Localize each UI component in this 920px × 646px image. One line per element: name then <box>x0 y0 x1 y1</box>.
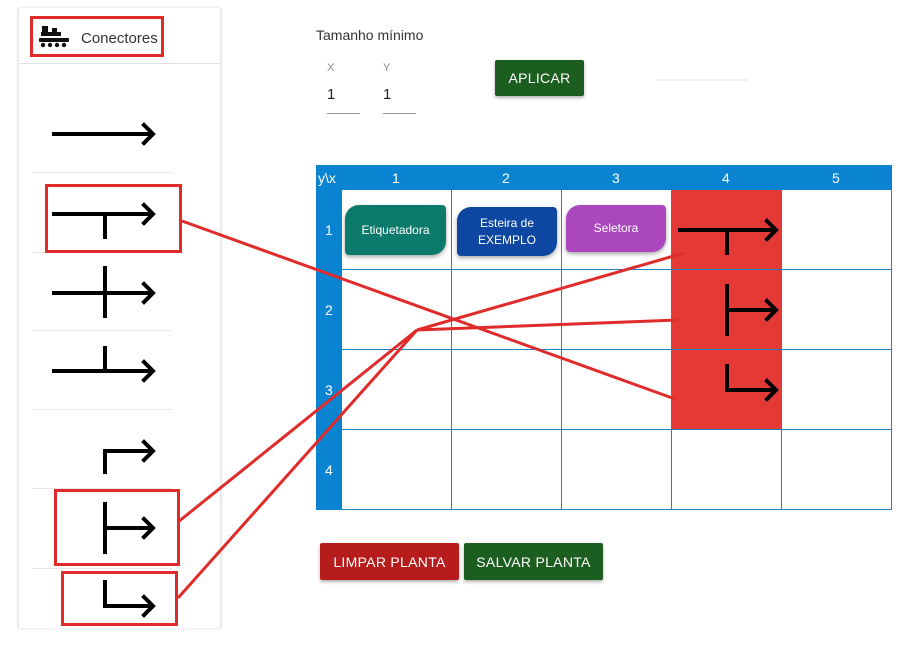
row-label: 2 <box>325 302 333 318</box>
machine-esteira[interactable]: Esteira de EXEMPLO <box>457 207 557 256</box>
sidebar-title: Conectores <box>81 30 158 47</box>
row-label: 3 <box>325 382 333 398</box>
column-label: 3 <box>612 170 620 186</box>
arrow-right-icon <box>52 122 156 146</box>
connector-cross-junction[interactable] <box>32 253 172 331</box>
annotation-box-branch <box>54 489 180 566</box>
x-field-underline <box>327 113 360 114</box>
row-label: 4 <box>325 462 333 478</box>
grid-cell[interactable] <box>562 350 672 430</box>
annotation-box-corner-down <box>61 571 178 626</box>
grid-cell[interactable] <box>562 430 672 510</box>
grid-cell[interactable] <box>452 430 562 510</box>
min-size-label: Tamanho mínimo <box>316 27 424 43</box>
y-field-label: Y <box>383 62 391 74</box>
apply-button[interactable]: APLICAR <box>495 60 584 96</box>
annotation-box-header: Conectores <box>30 16 164 57</box>
connector-t-junction-up[interactable] <box>32 331 172 409</box>
sidebar-header: Conectores <box>19 8 220 64</box>
grid-cell[interactable] <box>782 430 892 510</box>
t-junction-down-arrow-icon[interactable] <box>672 190 782 270</box>
grid-cell[interactable] <box>782 350 892 430</box>
y-field[interactable]: Y 1 <box>383 62 416 114</box>
grid-cell[interactable] <box>342 270 452 350</box>
connector-divider <box>32 409 172 410</box>
t-junction-up-arrow-icon <box>52 346 156 383</box>
grid-cell[interactable] <box>452 270 562 350</box>
row-label: 1 <box>325 222 333 238</box>
grid-column-header <box>316 165 892 190</box>
annotation-box-t-junction <box>45 184 182 253</box>
corner-down-right-arrow-icon[interactable] <box>672 350 782 430</box>
grid-cell[interactable] <box>342 430 452 510</box>
save-plant-button[interactable]: SALVAR PLANTA <box>464 543 603 580</box>
y-field-value[interactable]: 1 <box>383 86 416 103</box>
column-label: 4 <box>722 170 730 186</box>
connector-divider <box>32 172 172 173</box>
grid-cell[interactable] <box>452 350 562 430</box>
grid-cell[interactable] <box>782 190 892 270</box>
y-field-underline <box>383 113 416 114</box>
cross-junction-arrow-icon <box>52 266 156 318</box>
column-label: 5 <box>832 170 840 186</box>
grid-cell[interactable] <box>782 270 892 350</box>
branch-vertical-arrow-icon[interactable] <box>672 270 782 350</box>
column-label: 1 <box>392 170 400 186</box>
corner-up-right-arrow-icon <box>103 439 156 474</box>
grid-cell[interactable] <box>672 430 782 510</box>
column-label: 2 <box>502 170 510 186</box>
conveyor-icon <box>39 26 69 48</box>
grid-cell[interactable] <box>342 350 452 430</box>
x-field-label: X <box>327 62 335 74</box>
connector-corner-up-right[interactable] <box>32 411 172 489</box>
clear-plant-button[interactable]: LIMPAR PLANTA <box>320 543 459 580</box>
divider <box>656 79 748 81</box>
grid-cell[interactable] <box>562 270 672 350</box>
machine-etiquetadora[interactable]: Etiquetadora <box>345 205 446 255</box>
grid-corner-label: y\x <box>318 170 336 186</box>
x-field[interactable]: X 1 <box>327 62 360 114</box>
connector-arrow-right[interactable] <box>32 94 172 172</box>
x-field-value[interactable]: 1 <box>327 86 360 103</box>
machine-seletora[interactable]: Seletora <box>566 205 666 252</box>
